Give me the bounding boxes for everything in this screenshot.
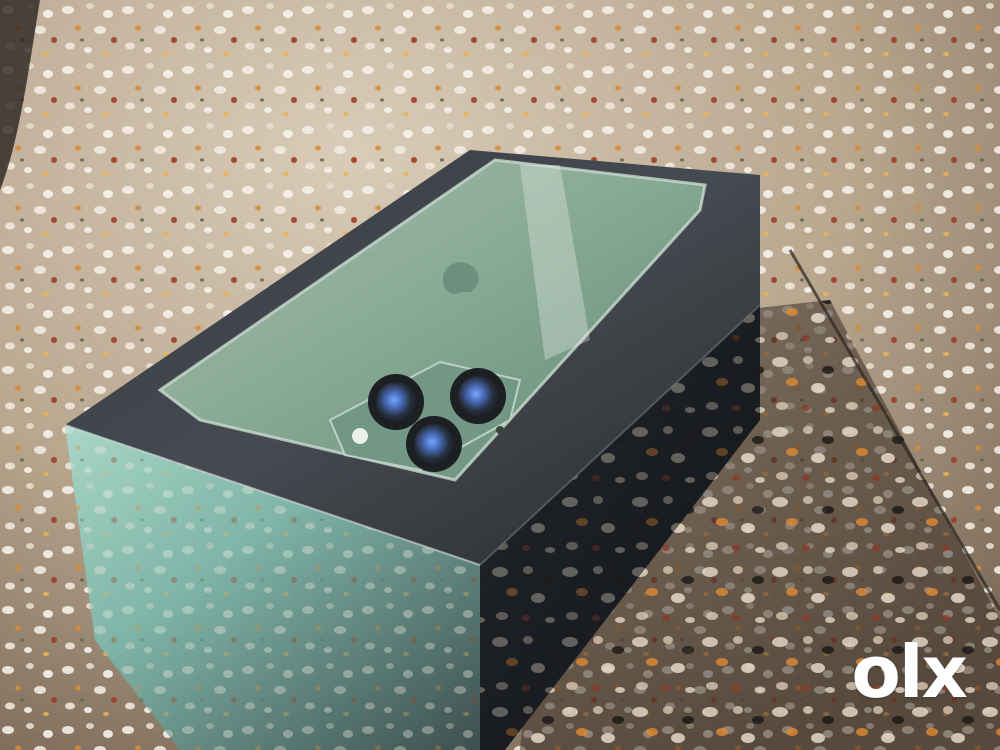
photo-canvas — [0, 0, 1000, 750]
olx-watermark: olx — [851, 630, 968, 714]
olx-logo-icon: olx — [851, 630, 968, 714]
photo-scene: olx — [0, 0, 1000, 750]
